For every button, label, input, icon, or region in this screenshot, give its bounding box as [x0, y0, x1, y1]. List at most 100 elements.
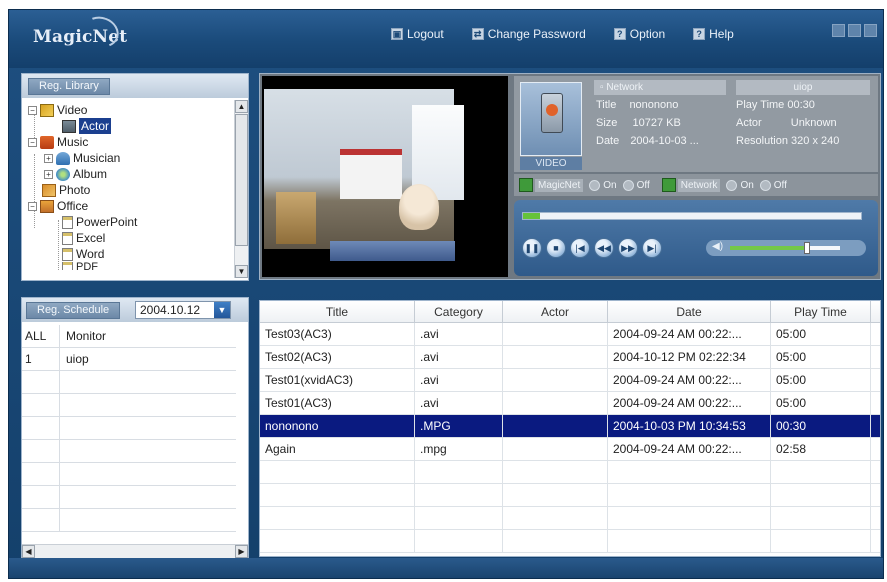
- cell-title: Test03(AC3): [260, 323, 415, 345]
- help-menu-item[interactable]: ? Help: [693, 27, 734, 41]
- preview-panel: VIDEO ▫ Network uiop Title nononono Size…: [259, 73, 881, 280]
- cell-category: .avi: [415, 369, 503, 391]
- library-panel: Reg. Library − Video Actor − Music + Mus…: [21, 73, 249, 281]
- cell-category: .avi: [415, 346, 503, 368]
- tree-node-video[interactable]: − Video: [28, 102, 87, 118]
- tree-node-photo[interactable]: Photo: [42, 182, 90, 198]
- media-info-box: VIDEO ▫ Network uiop Title nononono Size…: [514, 76, 878, 172]
- camcorder-icon: [541, 93, 563, 133]
- magicnet-on-radio[interactable]: [589, 179, 601, 191]
- magicnet-off-radio[interactable]: [622, 179, 634, 191]
- playtime-value: Play Time 00:30: [736, 99, 815, 111]
- tree-node-office[interactable]: − Office: [28, 198, 88, 214]
- schedule-hscrollbar[interactable]: ◀ ▶: [22, 544, 248, 558]
- change-password-label: Change Password: [487, 27, 586, 41]
- date-value: 2004-10-03 ...: [630, 135, 699, 147]
- rewind-button[interactable]: ◀◀: [594, 238, 614, 258]
- cell-category: .mpg: [415, 438, 503, 460]
- cell-category: .avi: [415, 392, 503, 414]
- musician-icon: [56, 151, 70, 165]
- minimize-button[interactable]: [832, 24, 845, 37]
- scroll-left-icon[interactable]: ◀: [22, 545, 35, 558]
- expand-icon[interactable]: +: [44, 169, 53, 179]
- library-tree: − Video Actor − Music + Musician + Album…: [24, 100, 232, 270]
- column-date[interactable]: Date: [608, 301, 771, 322]
- table-row[interactable]: nononono .MPG 2004-10-03 PM 10:34:53 00:30: [260, 415, 880, 438]
- reg-library-tab[interactable]: Reg. Library: [28, 78, 110, 95]
- tree-node-excel[interactable]: Excel: [62, 230, 105, 246]
- scroll-down-icon[interactable]: ▼: [235, 265, 248, 278]
- expand-icon[interactable]: +: [44, 153, 53, 163]
- column-category[interactable]: Category: [415, 301, 503, 322]
- cell-date: 2004-09-24 AM 00:22:...: [608, 323, 771, 345]
- cell-actor: [503, 438, 608, 460]
- table-row[interactable]: Test01(AC3) .avi 2004-09-24 AM 00:22:... 05…: [260, 392, 880, 415]
- logout-label: Logout: [407, 27, 444, 41]
- seek-bar[interactable]: [522, 212, 862, 220]
- option-menu-item[interactable]: ? Option: [613, 27, 665, 41]
- collapse-icon[interactable]: −: [28, 201, 37, 211]
- file-table: Title Category Actor Date Play Time Test…: [260, 301, 880, 553]
- cell-play-time: 05:00: [771, 346, 871, 368]
- network-on-radio[interactable]: [726, 179, 738, 191]
- photo-folder-icon: [42, 183, 56, 197]
- cell-date: 2004-09-24 AM 00:22:...: [608, 369, 771, 391]
- stop-button[interactable]: ■: [546, 238, 566, 258]
- tree-node-pdf[interactable]: PDF: [62, 262, 98, 270]
- tree-node-actor[interactable]: Actor: [62, 118, 112, 134]
- play-pause-button[interactable]: ❚❚: [522, 238, 542, 258]
- table-row[interactable]: Again .mpg 2004-09-24 AM 00:22:... 02:58: [260, 438, 880, 461]
- column-play-time[interactable]: Play Time: [771, 301, 871, 322]
- schedule-date-select[interactable]: 2004.10.12 ▼: [135, 301, 231, 319]
- schedule-panel-header: Reg. Schedule 2004.10.12 ▼: [22, 298, 248, 322]
- schedule-row[interactable]: ALL Monitor: [22, 325, 236, 348]
- device-name-header: uiop: [736, 80, 870, 95]
- scroll-up-icon[interactable]: ▲: [235, 100, 248, 113]
- chevron-down-icon[interactable]: ▼: [214, 302, 230, 318]
- collapse-icon[interactable]: −: [28, 137, 37, 147]
- table-row[interactable]: Test03(AC3) .avi 2004-09-24 AM 00:22:... 05…: [260, 323, 880, 346]
- scroll-right-icon[interactable]: ▶: [235, 545, 248, 558]
- cell-title: Test01(xvidAC3): [260, 369, 415, 391]
- scroll-thumb[interactable]: [235, 114, 248, 246]
- tree-node-powerpoint[interactable]: PowerPoint: [62, 214, 137, 230]
- tree-node-musician[interactable]: + Musician: [44, 150, 120, 166]
- reg-schedule-tab[interactable]: Reg. Schedule: [26, 302, 121, 319]
- previous-button[interactable]: |◀: [570, 238, 590, 258]
- next-button[interactable]: ▶|: [642, 238, 662, 258]
- tree-node-album[interactable]: + Album: [44, 166, 107, 182]
- schedule-panel: Reg. Schedule 2004.10.12 ▼ ALL Monitor 1…: [21, 297, 249, 559]
- column-actor[interactable]: Actor: [503, 301, 608, 322]
- maximize-button[interactable]: [848, 24, 861, 37]
- document-icon: [62, 262, 73, 270]
- network-off-radio[interactable]: [759, 179, 771, 191]
- close-button[interactable]: [864, 24, 877, 37]
- cell-play-time: 05:00: [771, 392, 871, 414]
- network-header: ▫ Network: [594, 80, 726, 95]
- tree-node-word[interactable]: Word: [62, 246, 104, 262]
- tree-node-music[interactable]: − Music: [28, 134, 88, 150]
- logout-menu-item[interactable]: ▣ Logout: [391, 27, 444, 41]
- document-icon: [62, 215, 73, 229]
- table-row[interactable]: Test01(xvidAC3) .avi 2004-09-24 AM 00:22:.…: [260, 369, 880, 392]
- cell-actor: [503, 415, 608, 437]
- video-preview[interactable]: [262, 76, 508, 277]
- album-icon: [56, 167, 70, 181]
- schedule-row[interactable]: 1 uiop: [22, 348, 236, 371]
- change-password-icon: ⇄: [471, 28, 484, 40]
- video-type-label: VIDEO: [520, 157, 582, 170]
- fast-forward-button[interactable]: ▶▶: [618, 238, 638, 258]
- actor-icon: [62, 119, 76, 133]
- cell-play-time: 05:00: [771, 369, 871, 391]
- library-scrollbar[interactable]: ▲ ▼: [234, 100, 248, 278]
- change-password-menu-item[interactable]: ⇄ Change Password: [471, 27, 586, 41]
- collapse-icon[interactable]: −: [28, 105, 37, 115]
- cell-play-time: 02:58: [771, 438, 871, 460]
- magicnet-icon: [519, 178, 533, 192]
- column-title[interactable]: Title: [260, 301, 415, 322]
- table-row[interactable]: Test02(AC3) .avi 2004-10-12 PM 02:22:34 05:…: [260, 346, 880, 369]
- volume-knob[interactable]: [804, 242, 810, 254]
- video-folder-icon: [40, 103, 54, 117]
- seek-progress: [523, 213, 540, 219]
- cell-play-time: 00:30: [771, 415, 871, 437]
